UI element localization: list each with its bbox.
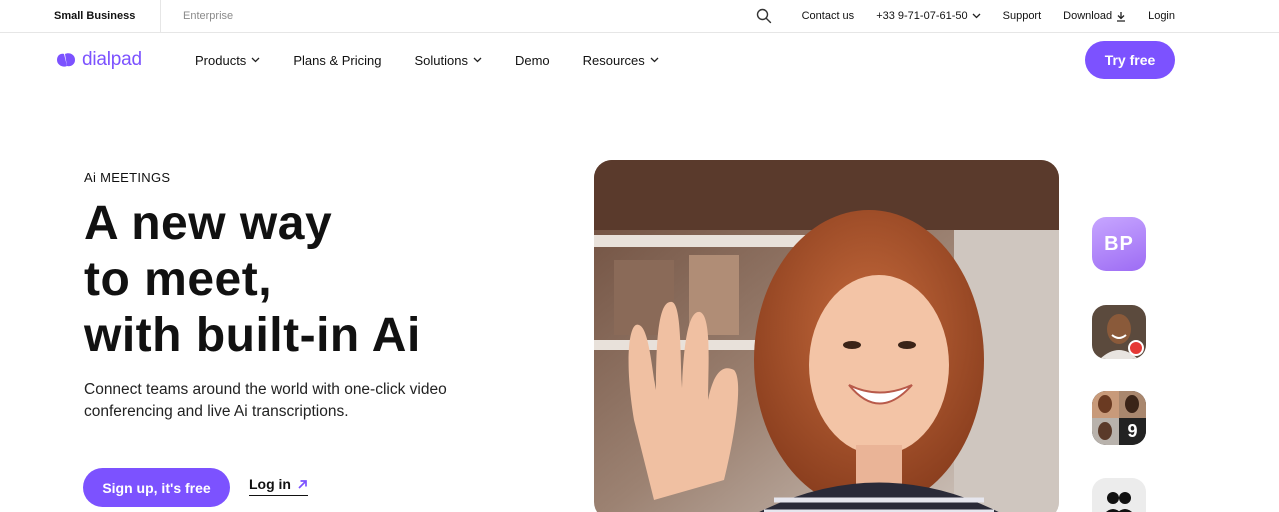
hero-subtext: Connect teams around the world with one-… xyxy=(84,381,447,420)
try-free-button[interactable]: Try free xyxy=(1085,41,1175,79)
nav-plans-pricing[interactable]: Plans & Pricing xyxy=(293,53,381,68)
video-call-image xyxy=(594,160,1059,512)
hero-login-link[interactable]: Log in xyxy=(249,476,308,496)
segment-divider xyxy=(160,0,161,32)
support-link[interactable]: Support xyxy=(1003,10,1042,22)
video-call-preview xyxy=(594,160,1059,512)
headline-line-3: with built-in Ai xyxy=(84,309,421,362)
dialpad-logo[interactable]: dialpad xyxy=(54,47,142,73)
signup-button[interactable]: Sign up, it's free xyxy=(83,468,230,507)
chevron-down-icon xyxy=(650,57,659,63)
hero-headline: A new way to meet, with built-in Ai xyxy=(84,196,554,364)
people-icon xyxy=(1106,492,1132,512)
utility-links: Contact us +33 9-71-07-61-50 Support Dow… xyxy=(756,0,1175,32)
headline-line-2: to meet, xyxy=(84,253,273,306)
hero-eyebrow: Ai MEETINGS xyxy=(84,170,171,185)
utility-bar: Small Business Enterprise Contact us +33… xyxy=(0,0,1279,33)
headline-line-1: A new way xyxy=(84,197,333,250)
login-link-top[interactable]: Login xyxy=(1148,10,1175,22)
dialpad-logo-icon xyxy=(57,53,75,67)
search-icon[interactable] xyxy=(756,8,772,24)
participant-tile-initials[interactable]: BP xyxy=(1092,217,1146,271)
nav-solutions[interactable]: Solutions xyxy=(414,53,482,68)
logo-text: dialpad xyxy=(82,49,142,70)
chevron-down-icon xyxy=(972,13,981,19)
segment-enterprise[interactable]: Enterprise xyxy=(183,0,233,32)
chevron-down-icon xyxy=(473,57,482,63)
nav-demo[interactable]: Demo xyxy=(515,53,550,68)
download-link[interactable]: Download xyxy=(1063,10,1126,22)
participant-tile-group[interactable]: 9 xyxy=(1092,391,1146,445)
segment-small-business[interactable]: Small Business xyxy=(54,0,135,32)
nav-products[interactable]: Products xyxy=(195,53,260,68)
nav-resources[interactable]: Resources xyxy=(583,53,659,68)
contact-us-link[interactable]: Contact us xyxy=(802,10,855,22)
chevron-down-icon xyxy=(251,57,260,63)
phone-selector[interactable]: +33 9-71-07-61-50 xyxy=(876,10,981,22)
arrow-up-right-icon xyxy=(298,479,307,489)
main-nav: dialpad Products Plans & Pricing Solutio… xyxy=(0,33,1279,87)
download-icon xyxy=(1117,11,1126,22)
group-count: 9 xyxy=(1119,418,1146,445)
participants-icon-tile[interactable] xyxy=(1092,478,1146,512)
nav-links: Products Plans & Pricing Solutions Demo … xyxy=(195,33,692,87)
recording-indicator xyxy=(1128,340,1144,356)
